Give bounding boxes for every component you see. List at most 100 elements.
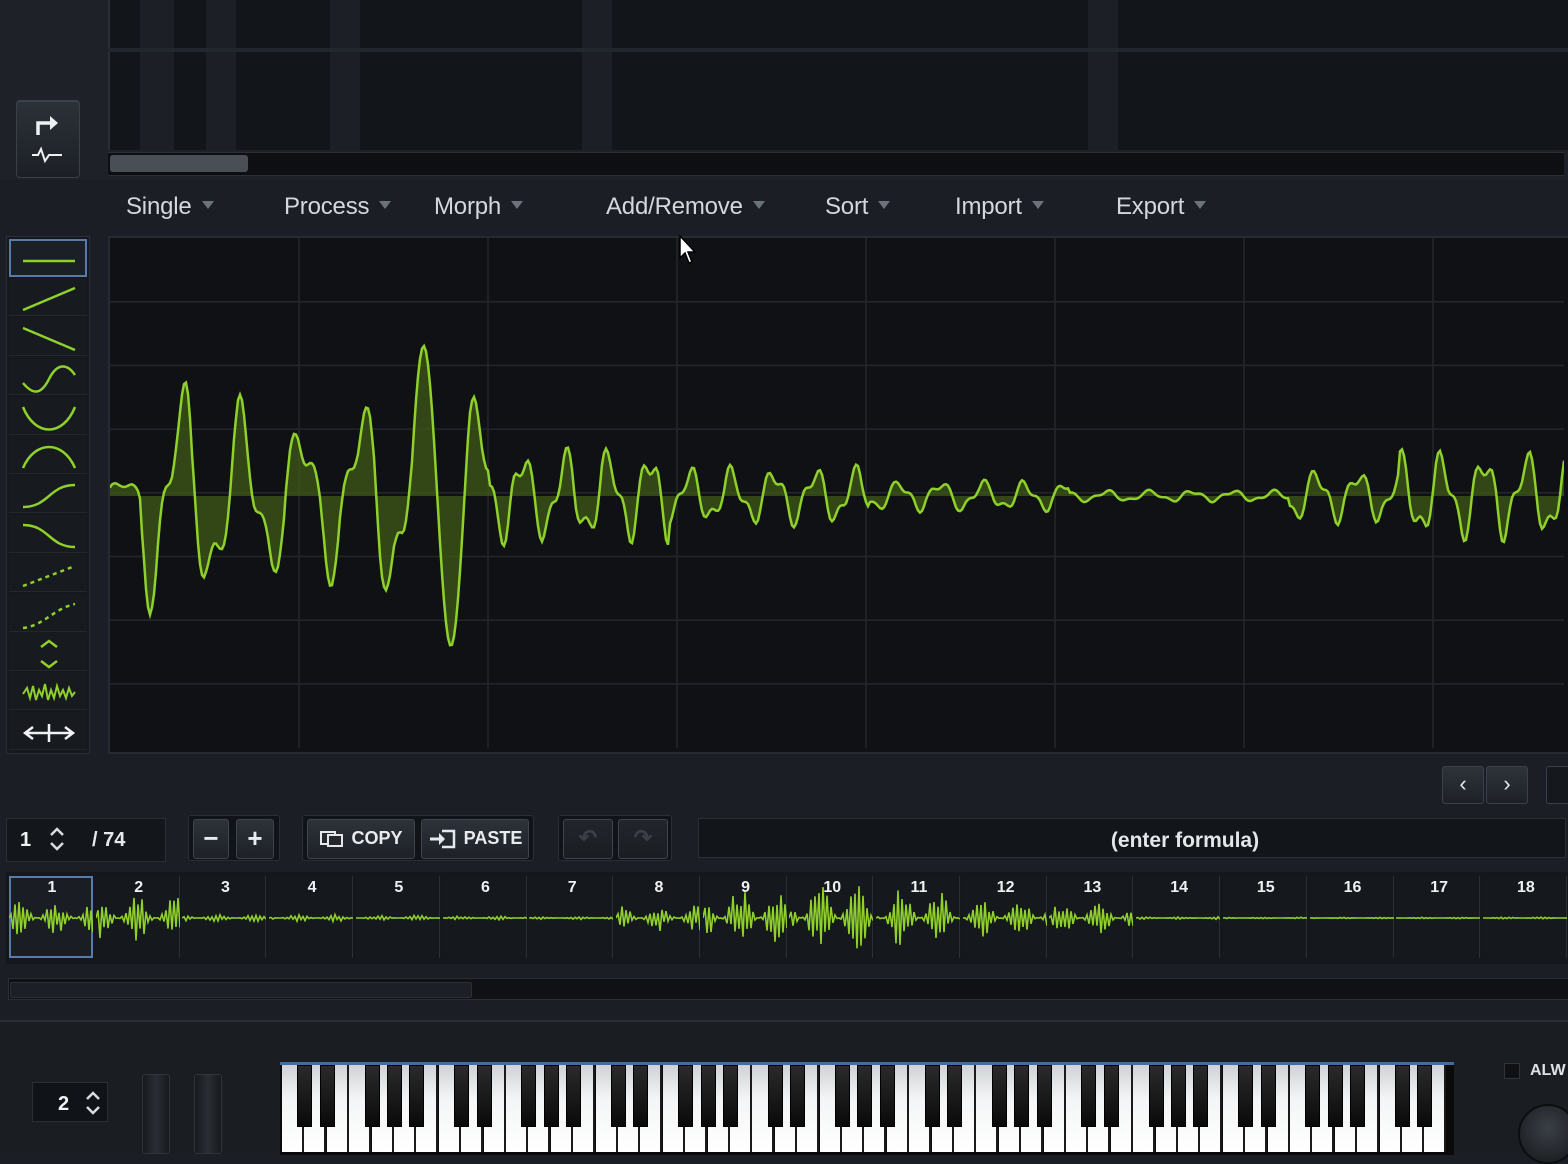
next-frame-button[interactable]: › — [1486, 766, 1528, 804]
frame-number-label: 11 — [910, 879, 928, 896]
tool-dotted-curve[interactable] — [9, 593, 87, 632]
piano-black-key[interactable] — [521, 1065, 537, 1127]
tool-noise[interactable] — [9, 672, 87, 711]
piano-black-key[interactable] — [790, 1065, 806, 1127]
piano-black-key[interactable] — [1395, 1065, 1410, 1127]
waveform-editor[interactable] — [108, 236, 1568, 754]
frame-strip-scrollbar-thumb[interactable] — [10, 982, 472, 998]
menu-morph[interactable]: Morph — [434, 193, 524, 221]
previous-frame-button[interactable]: ‹ — [1442, 766, 1484, 804]
piano-black-key[interactable] — [835, 1065, 850, 1127]
expand-vertical-icon — [40, 639, 58, 669]
piano-black-key[interactable] — [1327, 1065, 1343, 1127]
piano-black-key[interactable] — [991, 1065, 1007, 1127]
tool-s-curve-down[interactable] — [9, 514, 87, 553]
redo-button[interactable]: ↷ — [618, 819, 668, 859]
piano-black-key[interactable] — [1305, 1065, 1321, 1127]
menu-export[interactable]: Export — [1116, 193, 1207, 221]
piano-black-key[interactable] — [1036, 1065, 1052, 1127]
panel-edge-button[interactable] — [1546, 766, 1568, 804]
octave-value[interactable]: 2 — [58, 1093, 69, 1116]
tool-s-curve-up[interactable] — [9, 475, 87, 514]
tool-expand-vertical[interactable] — [9, 633, 87, 671]
caret-down-icon — [379, 200, 392, 209]
piano-black-key[interactable] — [611, 1065, 626, 1127]
frame-number-label: 10 — [823, 879, 842, 896]
output-knob[interactable] — [1518, 1104, 1568, 1164]
piano-black-key[interactable] — [879, 1065, 895, 1127]
frame-stepper-icon[interactable] — [48, 826, 66, 852]
piano-black-key[interactable] — [924, 1065, 940, 1127]
frame-number-label: 17 — [1430, 879, 1449, 896]
piano-black-key[interactable] — [767, 1065, 783, 1127]
menu-import[interactable]: Import — [955, 193, 1044, 221]
mouse-pointer-icon — [679, 234, 697, 264]
alw-checkbox[interactable] — [1504, 1063, 1520, 1079]
tool-flat-line[interactable] — [9, 239, 87, 277]
frame-number-label: 6 — [481, 879, 490, 896]
chevron-right-icon: › — [1503, 771, 1511, 796]
piano-black-key[interactable] — [723, 1065, 738, 1127]
caret-down-icon — [752, 200, 765, 209]
piano-black-key[interactable] — [476, 1065, 492, 1127]
piano-black-key[interactable] — [364, 1065, 380, 1127]
s-curve-up-icon — [22, 484, 76, 509]
piano-black-key[interactable] — [409, 1065, 425, 1127]
frame-index-value[interactable]: 1 — [20, 829, 31, 852]
piano-black-key[interactable] — [387, 1065, 402, 1127]
piano-black-key[interactable] — [1238, 1065, 1254, 1127]
piano-black-key[interactable] — [1417, 1065, 1433, 1127]
wave-mode-toggle-button[interactable] — [16, 100, 80, 178]
piano-black-key[interactable] — [454, 1065, 470, 1127]
piano-black-key[interactable] — [1260, 1065, 1276, 1127]
undo-button[interactable]: ↶ — [563, 819, 613, 859]
mod-wheel[interactable] — [194, 1074, 222, 1154]
piano-black-key[interactable] — [678, 1065, 694, 1127]
piano-black-key[interactable] — [543, 1065, 559, 1127]
copy-icon — [320, 831, 344, 848]
overview-scrollbar[interactable] — [108, 152, 1564, 176]
piano-black-key[interactable] — [700, 1065, 716, 1127]
tool-dotted-ramp[interactable] — [9, 554, 87, 593]
piano-black-key[interactable] — [1350, 1065, 1366, 1127]
menu-single[interactable]: Single — [126, 193, 214, 221]
piano-black-key[interactable] — [1081, 1065, 1097, 1127]
overview-divider — [108, 48, 1568, 52]
piano-black-key[interactable] — [1014, 1065, 1030, 1127]
remove-frame-button[interactable]: − — [193, 819, 229, 859]
wavetable-overview-strip[interactable] — [108, 0, 1568, 150]
piano-black-key[interactable] — [1171, 1065, 1186, 1127]
piano-black-key[interactable] — [857, 1065, 873, 1127]
piano-black-key[interactable] — [566, 1065, 582, 1127]
piano-black-key[interactable] — [947, 1065, 962, 1127]
piano-black-key[interactable] — [1193, 1065, 1209, 1127]
overview-scrollbar-thumb[interactable] — [110, 155, 248, 172]
tool-stretch-horizontal[interactable] — [9, 711, 87, 750]
flat-line-icon — [23, 259, 75, 263]
formula-placeholder: (enter formula) — [1110, 829, 1260, 852]
tool-valley-curve[interactable] — [9, 396, 87, 435]
frame-number-label: 7 — [567, 879, 577, 896]
menu-process[interactable]: Process — [284, 193, 392, 221]
piano-black-key[interactable] — [633, 1065, 649, 1127]
frame-number-label: 3 — [220, 879, 230, 896]
pitch-wheel[interactable] — [142, 1074, 170, 1154]
plus-icon: + — [247, 823, 263, 853]
tool-sine[interactable] — [9, 357, 87, 396]
add-frame-button[interactable]: + — [236, 819, 274, 859]
paste-button[interactable]: PASTE — [421, 819, 529, 859]
piano-black-key[interactable] — [1103, 1065, 1119, 1127]
caret-down-icon — [201, 200, 214, 209]
tool-ramp-up[interactable] — [9, 278, 87, 317]
copy-button[interactable]: COPY — [307, 819, 415, 859]
tool-peak-curve[interactable] — [9, 436, 87, 474]
tool-ramp-down[interactable] — [9, 317, 87, 356]
octave-stepper-icon[interactable] — [84, 1090, 102, 1116]
menu-sort[interactable]: Sort — [825, 193, 891, 221]
piano-black-key[interactable] — [319, 1065, 335, 1127]
redo-icon: ↷ — [633, 825, 653, 850]
piano-black-key[interactable] — [1148, 1065, 1164, 1127]
piano-black-key[interactable] — [297, 1065, 313, 1127]
menu-add-remove[interactable]: Add/Remove — [606, 193, 765, 221]
copy-label: COPY — [351, 828, 403, 848]
